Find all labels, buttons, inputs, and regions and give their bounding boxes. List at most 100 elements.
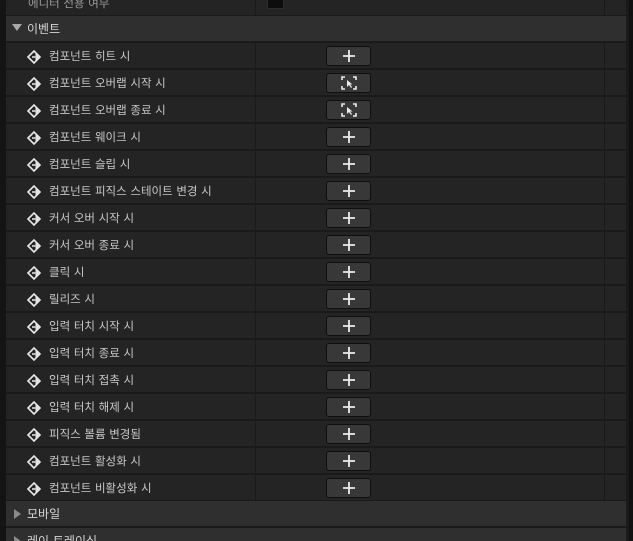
editor-only-label: 에디터 전용 여부 bbox=[28, 0, 110, 10]
event-label: 커서 오버 종료 시 bbox=[49, 238, 135, 252]
event-row: 컴포넌트 비활성화 시 bbox=[6, 475, 626, 501]
event-row: 커서 오버 종료 시 bbox=[6, 232, 626, 258]
event-row: 컴포넌트 활성화 시 bbox=[6, 448, 626, 474]
property-value-cell bbox=[255, 0, 604, 16]
event-extra-cell bbox=[604, 124, 627, 150]
event-value-cell bbox=[255, 97, 604, 123]
event-icon bbox=[26, 400, 43, 416]
event-value-cell bbox=[255, 259, 604, 285]
event-name-cell: 입력 터치 종료 시 bbox=[6, 340, 254, 366]
add-event-button[interactable] bbox=[326, 424, 371, 444]
event-extra-cell bbox=[604, 43, 627, 69]
event-icon bbox=[26, 265, 43, 281]
event-label: 컴포넌트 웨이크 시 bbox=[49, 130, 141, 144]
event-extra-cell bbox=[604, 232, 627, 258]
add-event-button[interactable] bbox=[326, 181, 371, 201]
event-extra-cell bbox=[604, 205, 627, 231]
event-icon bbox=[26, 49, 43, 65]
event-label: 컴포넌트 히트 시 bbox=[49, 49, 131, 63]
event-row: 입력 터치 접촉 시 bbox=[6, 367, 626, 393]
event-row: 컴포넌트 오버랩 종료 시 bbox=[6, 97, 626, 123]
event-name-cell: 커서 오버 종료 시 bbox=[6, 232, 254, 258]
event-value-cell bbox=[255, 205, 604, 231]
add-event-button[interactable] bbox=[326, 262, 371, 282]
event-row: 입력 터치 종료 시 bbox=[6, 340, 626, 366]
category-label: 이벤트 bbox=[27, 22, 61, 36]
add-event-button[interactable] bbox=[326, 451, 371, 471]
event-icon bbox=[26, 373, 43, 389]
event-label: 컴포넌트 오버랩 시작 시 bbox=[49, 76, 166, 90]
event-icon bbox=[26, 292, 43, 308]
event-icon bbox=[26, 103, 43, 119]
category-ray-tracing[interactable]: 레이 트레이싱 bbox=[6, 528, 626, 541]
add-event-button[interactable] bbox=[326, 46, 371, 66]
event-row: 입력 터치 시작 시 bbox=[6, 313, 626, 339]
event-label: 컴포넌트 피직스 스테이트 변경 시 bbox=[49, 184, 212, 198]
add-event-button[interactable] bbox=[326, 316, 371, 336]
event-value-cell bbox=[255, 232, 604, 258]
event-row: 컴포넌트 웨이크 시 bbox=[6, 124, 626, 150]
category-label: 모바일 bbox=[27, 507, 61, 521]
add-event-button[interactable] bbox=[326, 370, 371, 390]
event-extra-cell bbox=[604, 70, 627, 96]
event-icon bbox=[26, 157, 43, 173]
event-value-cell bbox=[255, 340, 604, 366]
event-label: 컴포넌트 활성화 시 bbox=[49, 454, 141, 468]
event-icon bbox=[26, 481, 43, 497]
event-name-cell: 컴포넌트 슬립 시 bbox=[6, 151, 254, 177]
add-event-button[interactable] bbox=[326, 397, 371, 417]
event-value-cell bbox=[255, 43, 604, 69]
event-value-cell bbox=[255, 151, 604, 177]
editor-only-checkbox[interactable] bbox=[267, 0, 284, 9]
event-row: 피직스 볼륨 변경됨 bbox=[6, 421, 626, 447]
event-row: 컴포넌트 슬립 시 bbox=[6, 151, 626, 177]
add-event-button[interactable] bbox=[326, 289, 371, 309]
property-extra-cell bbox=[604, 0, 627, 16]
event-row: 컴포넌트 오버랩 시작 시 bbox=[6, 70, 626, 96]
event-extra-cell bbox=[604, 151, 627, 177]
event-name-cell: 입력 터치 해제 시 bbox=[6, 394, 254, 420]
category-mobile[interactable]: 모바일 bbox=[6, 501, 626, 527]
event-name-cell: 컴포넌트 웨이크 시 bbox=[6, 124, 254, 150]
event-label: 릴리즈 시 bbox=[49, 292, 95, 306]
event-icon bbox=[26, 427, 43, 443]
focus-event-button[interactable] bbox=[326, 100, 371, 120]
event-extra-cell bbox=[604, 178, 627, 204]
event-row: 컴포넌트 히트 시 bbox=[6, 43, 626, 69]
event-value-cell bbox=[255, 124, 604, 150]
event-icon bbox=[26, 76, 43, 92]
add-event-button[interactable] bbox=[326, 343, 371, 363]
add-event-button[interactable] bbox=[326, 154, 371, 174]
add-event-button[interactable] bbox=[326, 127, 371, 147]
event-name-cell: 컴포넌트 비활성화 시 bbox=[6, 475, 254, 501]
event-extra-cell bbox=[604, 286, 627, 312]
event-name-cell: 커서 오버 시작 시 bbox=[6, 205, 254, 231]
scrollbar-thumb[interactable] bbox=[629, 0, 633, 90]
event-name-cell: 컴포넌트 오버랩 시작 시 bbox=[6, 70, 254, 96]
property-row-editor-only: 에디터 전용 여부 bbox=[6, 0, 626, 16]
add-event-button[interactable] bbox=[326, 208, 371, 228]
details-panel: 에디터 전용 여부 이벤트 컴포넌트 히트 시컴포넌트 오버랩 시작 시컴포넌트… bbox=[0, 0, 633, 541]
event-label: 커서 오버 시작 시 bbox=[49, 211, 135, 225]
event-value-cell bbox=[255, 448, 604, 474]
event-label: 입력 터치 종료 시 bbox=[49, 346, 135, 360]
event-name-cell: 릴리즈 시 bbox=[6, 286, 254, 312]
event-label: 컴포넌트 슬립 시 bbox=[49, 157, 131, 171]
event-row: 입력 터치 해제 시 bbox=[6, 394, 626, 420]
add-event-button[interactable] bbox=[326, 478, 371, 498]
focus-event-button[interactable] bbox=[326, 73, 371, 93]
event-name-cell: 입력 터치 시작 시 bbox=[6, 313, 254, 339]
event-name-cell: 피직스 볼륨 변경됨 bbox=[6, 421, 254, 447]
event-value-cell bbox=[255, 70, 604, 96]
chevron-down-icon bbox=[12, 24, 22, 31]
event-row: 릴리즈 시 bbox=[6, 286, 626, 312]
event-name-cell: 컴포넌트 오버랩 종료 시 bbox=[6, 97, 254, 123]
category-events[interactable]: 이벤트 bbox=[6, 16, 626, 42]
category-label: 레이 트레이싱 bbox=[27, 534, 98, 541]
event-row: 커서 오버 시작 시 bbox=[6, 205, 626, 231]
add-event-button[interactable] bbox=[326, 235, 371, 255]
event-label: 컴포넌트 오버랩 종료 시 bbox=[49, 103, 166, 117]
event-extra-cell bbox=[604, 421, 627, 447]
event-label: 입력 터치 접촉 시 bbox=[49, 373, 135, 387]
event-value-cell bbox=[255, 313, 604, 339]
